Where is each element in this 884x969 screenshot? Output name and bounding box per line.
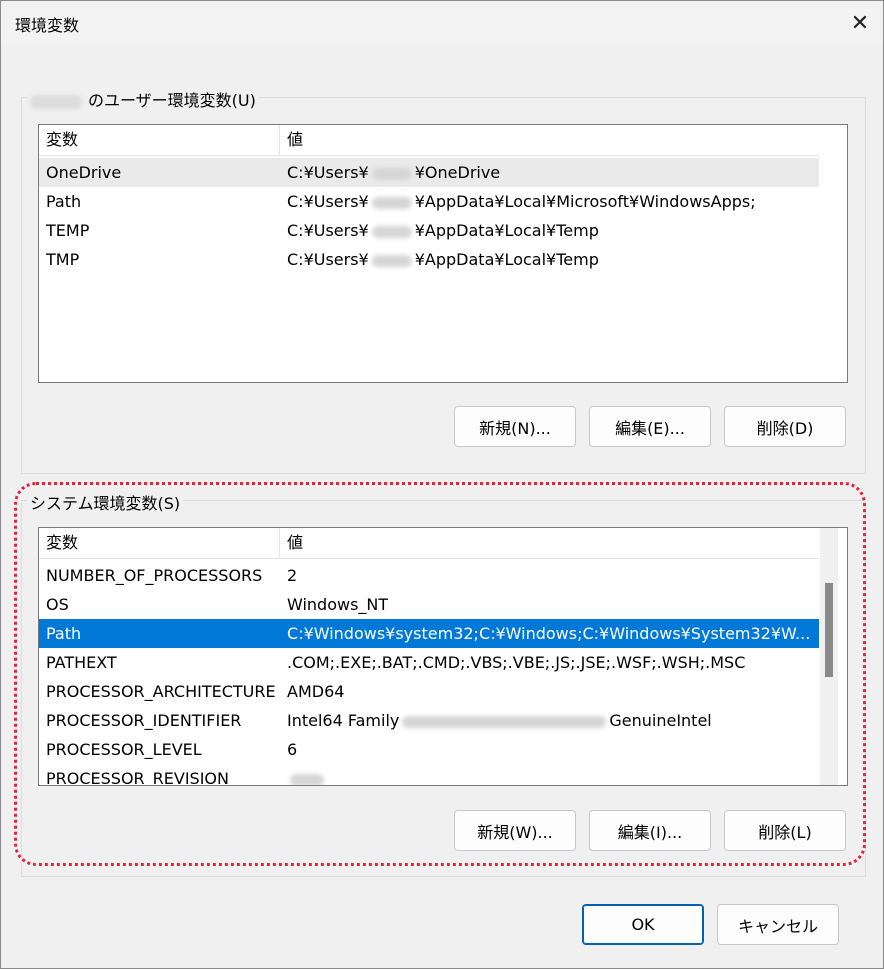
table-row-selected[interactable]: Path C:¥Windows¥system32;C:¥Windows;C:¥W… xyxy=(39,619,819,648)
title-bar: 環境変数 ✕ xyxy=(1,1,883,45)
variable-value: 2 xyxy=(287,566,298,585)
user-delete-button[interactable]: 削除(D) xyxy=(724,406,846,447)
user-new-button[interactable]: 新規(N)... xyxy=(454,406,576,447)
variable-name: TMP xyxy=(46,250,80,269)
variable-name: Path xyxy=(46,624,82,643)
table-row[interactable]: OS Windows_NT xyxy=(39,590,819,619)
table-row[interactable]: TMP C:¥Users¥ ¥AppData¥Local¥Temp xyxy=(39,245,819,274)
system-delete-button[interactable]: 削除(L) xyxy=(724,810,846,851)
variable-name: PROCESSOR_IDENTIFIER xyxy=(46,711,242,730)
system-variables-label: システム環境変数(S) xyxy=(27,490,184,514)
close-button[interactable]: ✕ xyxy=(837,1,883,45)
variable-value: C:¥Windows¥system32;C:¥Windows;C:¥Window… xyxy=(287,624,811,643)
environment-variables-dialog: 環境変数 ✕ のユーザー環境変数(U) 変数 値 OneDrive C:¥Use… xyxy=(0,0,884,969)
variable-value: Intel64 Family GenuineIntel xyxy=(287,711,712,730)
system-new-button[interactable]: 新規(W)... xyxy=(454,810,576,851)
user-variables-list[interactable]: 変数 値 OneDrive C:¥Users¥ ¥OneDrive Path C:… xyxy=(38,124,848,383)
column-header-variable[interactable]: 変数 xyxy=(39,125,280,155)
variable-name: OneDrive xyxy=(46,163,122,182)
variable-name: PROCESSOR_LEVEL xyxy=(46,740,202,759)
redacted-username xyxy=(30,94,82,109)
user-variables-label: のユーザー環境変数(U) xyxy=(27,87,259,111)
variable-value: C:¥Users¥ ¥AppData¥Local¥Temp xyxy=(287,221,599,240)
variable-name: PROCESSOR_REVISION xyxy=(46,769,229,786)
table-row[interactable]: OneDrive C:¥Users¥ ¥OneDrive xyxy=(39,158,819,187)
system-variables-list[interactable]: 変数 値 NUMBER_OF_PROCESSORS 2 OS Windows_N… xyxy=(38,527,848,786)
column-header-variable[interactable]: 変数 xyxy=(39,528,280,558)
user-edit-button[interactable]: 編集(E)... xyxy=(589,406,711,447)
ok-button[interactable]: OK xyxy=(582,904,704,945)
vertical-scrollbar[interactable] xyxy=(820,528,838,785)
table-row[interactable]: NUMBER_OF_PROCESSORS 2 xyxy=(39,561,819,590)
cancel-button[interactable]: キャンセル xyxy=(717,904,839,945)
close-icon: ✕ xyxy=(850,10,870,36)
variable-value: Windows_NT xyxy=(287,595,389,614)
table-row[interactable]: PROCESSOR_REVISION xyxy=(39,764,819,786)
table-row[interactable]: PATHEXT .COM;.EXE;.BAT;.CMD;.VBS;.VBE;.J… xyxy=(39,648,819,677)
list-header: 変数 値 xyxy=(39,528,819,559)
variable-value: C:¥Users¥ ¥AppData¥Local¥Temp xyxy=(287,250,599,269)
system-edit-button[interactable]: 編集(I)... xyxy=(589,810,711,851)
window-title: 環境変数 xyxy=(15,16,80,35)
variable-value: 6 xyxy=(287,740,298,759)
variable-name: NUMBER_OF_PROCESSORS xyxy=(46,566,263,585)
variable-name: Path xyxy=(46,192,82,211)
column-header-value[interactable]: 値 xyxy=(280,528,303,558)
variable-name: TEMP xyxy=(46,221,90,240)
variable-value xyxy=(280,764,327,785)
variable-value: C:¥Users¥ ¥OneDrive xyxy=(287,163,501,182)
table-row[interactable]: PROCESSOR_IDENTIFIER Intel64 Family Genui… xyxy=(39,706,819,735)
table-row[interactable]: PROCESSOR_ARCHITECTURE AMD64 xyxy=(39,677,819,706)
table-row[interactable]: TEMP C:¥Users¥ ¥AppData¥Local¥Temp xyxy=(39,216,819,245)
variable-value: C:¥Users¥ ¥AppData¥Local¥Microsoft¥Window… xyxy=(287,192,756,211)
variable-name: PROCESSOR_ARCHITECTURE xyxy=(46,682,276,701)
variable-value: .COM;.EXE;.BAT;.CMD;.VBS;.VBE;.JS;.JSE;.… xyxy=(287,653,746,672)
variable-name: PATHEXT xyxy=(46,653,117,672)
list-header: 変数 値 xyxy=(39,125,819,156)
scrollbar-thumb[interactable] xyxy=(825,583,833,677)
table-row[interactable]: PROCESSOR_LEVEL 6 xyxy=(39,735,819,764)
table-row[interactable]: Path C:¥Users¥ ¥AppData¥Local¥Microsoft¥W… xyxy=(39,187,819,216)
variable-name: OS xyxy=(46,595,69,614)
column-header-value[interactable]: 値 xyxy=(280,125,303,155)
variable-value: AMD64 xyxy=(287,682,345,701)
